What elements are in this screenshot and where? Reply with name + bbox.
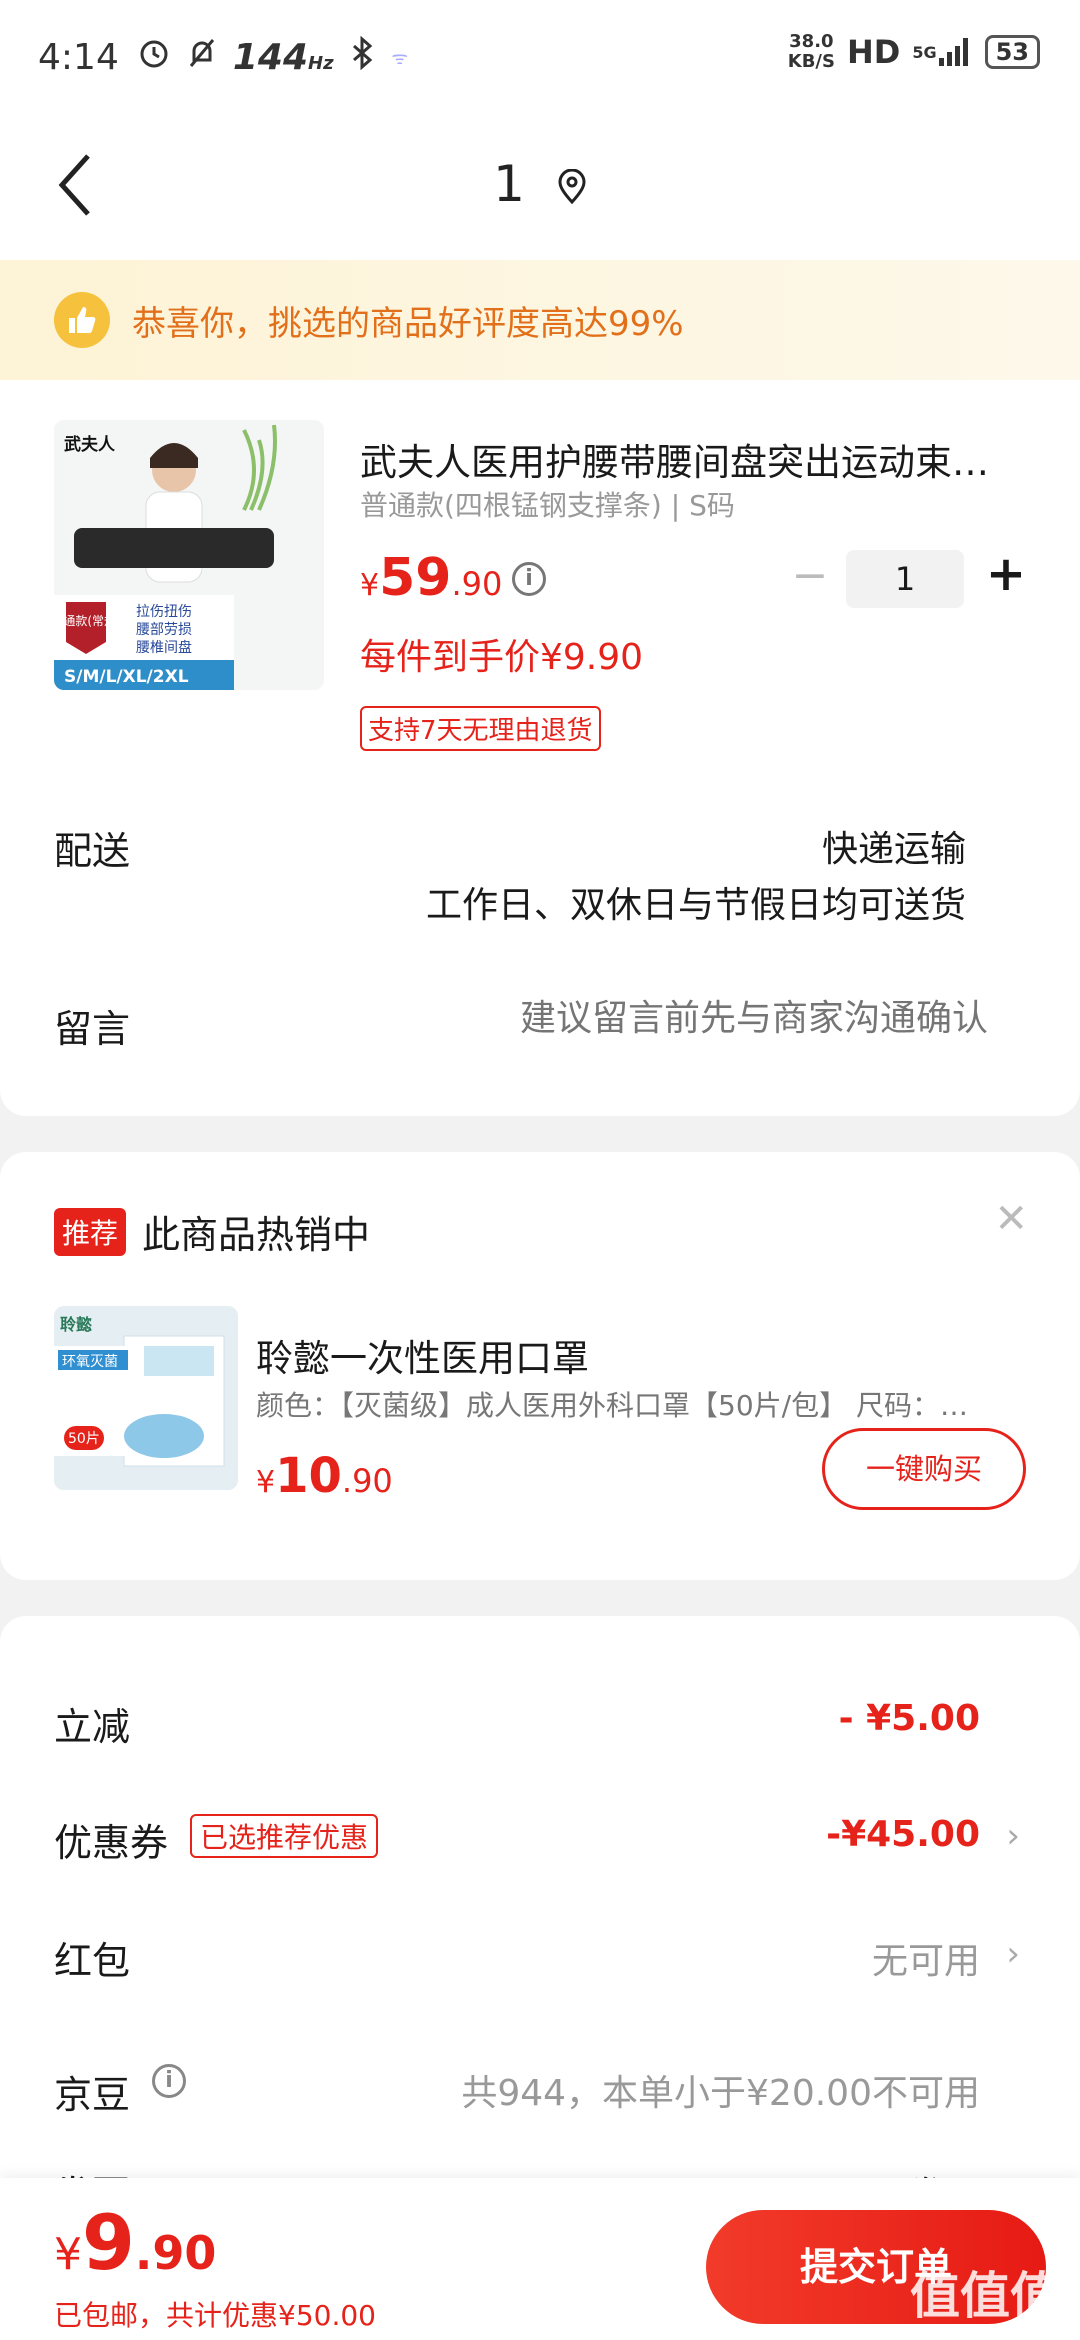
quantity-increase-button[interactable]: +	[984, 550, 1028, 598]
note-input[interactable]	[368, 998, 988, 1039]
status-time: 4:14	[38, 37, 119, 78]
nav-bar: 1	[0, 110, 1080, 260]
recommend-price: ¥10.90	[256, 1448, 393, 1504]
recommend-tag: 推荐	[54, 1208, 127, 1256]
alarm-icon	[137, 36, 171, 79]
recommend-spec: 颜色：【灭菌级】成人医用外科口罩【50片/包】 尺码：…	[256, 1389, 968, 1422]
svg-text:聆懿: 聆懿	[60, 1315, 92, 1334]
watermark-logo: 值值值	[910, 2267, 1060, 2325]
product-title[interactable]: 武夫人医用护腰带腰间盘突出运动束…	[360, 432, 1020, 486]
coupon-value[interactable]: -¥45.00	[826, 1814, 980, 1855]
coupon-tag: 已选推荐优惠	[190, 1814, 379, 1858]
discount-value: - ¥5.00	[838, 1698, 980, 1739]
refresh-rate: 144Hz	[232, 37, 334, 78]
chevron-right-icon[interactable]: ›	[1006, 1816, 1020, 1856]
product-image[interactable]: 普通款(常规) 拉伤扭伤 腰部劳损 腰椎间盘 S/M/L/XL/2XL 武夫人	[54, 420, 324, 690]
location-pin-icon	[557, 159, 587, 217]
recommend-card: 推荐 此商品热销中 ✕ 环氧灭菌 50片 聆懿 聆懿一次性医用口罩 颜色：【灭菌…	[0, 1152, 1080, 1580]
svg-text:腰椎间盘: 腰椎间盘	[136, 639, 192, 656]
net-type: 5G	[912, 42, 937, 62]
product-card: 普通款(常规) 拉伤扭伤 腰部劳损 腰椎间盘 S/M/L/XL/2XL 武夫人 …	[0, 380, 1080, 1116]
price-info-icon[interactable]: i	[512, 562, 546, 596]
close-icon[interactable]: ✕	[994, 1196, 1028, 1242]
svg-text:环氧灭菌: 环氧灭菌	[62, 1354, 118, 1370]
bottom-bar: ¥9.90 已包邮，共计优惠¥50.00 提交订单 值值值	[0, 2178, 1080, 2340]
redpacket-label: 红包	[54, 1939, 131, 1983]
thumbs-up-icon	[54, 292, 110, 348]
delivery-label: 配送	[54, 829, 131, 873]
discount-label: 立减	[54, 1705, 131, 1749]
quantity-decrease-button[interactable]: −	[790, 554, 830, 598]
redpacket-value[interactable]: 无可用	[872, 1932, 980, 1984]
return-policy-tag: 支持7天无理由退货	[360, 706, 601, 751]
unit-price: 每件到手价¥9.90	[360, 637, 644, 678]
banner-text: 恭喜你，挑选的商品好评度高达99%	[132, 303, 684, 344]
jd-info-icon[interactable]: i	[152, 2064, 186, 2098]
product-price: ¥59.90	[360, 548, 503, 608]
total-subtitle: 已包邮，共计优惠¥50.00	[54, 2299, 376, 2332]
status-right: 38.0 KB/S HD 5G 53	[788, 32, 1040, 72]
battery-indicator: 53	[984, 35, 1040, 69]
mute-bell-icon	[185, 36, 219, 79]
recommend-image[interactable]: 环氧灭菌 50片 聆懿	[54, 1306, 238, 1490]
delivery-method[interactable]: 快递运输	[822, 820, 966, 872]
svg-text:拉伤扭伤: 拉伤扭伤	[136, 604, 192, 620]
rating-banner: 恭喜你，挑选的商品好评度高达99%	[0, 260, 1080, 380]
svg-text:S/M/L/XL/2XL: S/M/L/XL/2XL	[64, 667, 189, 687]
note-label: 留言	[54, 1007, 131, 1051]
svg-text:武夫人: 武夫人	[64, 434, 116, 455]
recommend-title: 此商品热销中	[142, 1213, 371, 1257]
status-left: 4:14 144Hz ᯤ	[38, 35, 422, 79]
net-speed: 38.0 KB/S	[787, 31, 835, 72]
one-click-buy-button[interactable]: 一键购买	[822, 1428, 1026, 1510]
status-bar: 4:14 144Hz ᯤ 38.0 KB/S HD 5G 53	[0, 0, 1080, 110]
delivery-schedule[interactable]: 工作日、双休日与节假日均可送货	[426, 876, 966, 928]
quantity-input[interactable]: 1	[846, 550, 964, 608]
recommend-name[interactable]: 聆懿一次性医用口罩	[256, 1328, 589, 1382]
svg-text:普通款(常规): 普通款(常规)	[54, 613, 121, 628]
jd-value: 共944，本单小于¥20.00不可用	[461, 2073, 980, 2114]
chevron-right-icon[interactable]: ›	[1006, 1934, 1020, 1974]
total-price: ¥9.90	[54, 2198, 217, 2287]
hd-indicator: HD	[846, 33, 901, 71]
coupon-label: 优惠券	[54, 1821, 169, 1865]
product-spec[interactable]: 普通款(四根锰钢支撑条) | S码	[360, 484, 735, 524]
bluetooth-icon	[348, 35, 378, 79]
address-title[interactable]: 1	[0, 155, 1080, 217]
jd-label: 京豆	[54, 2073, 131, 2117]
svg-text:腰部劳损: 腰部劳损	[136, 622, 192, 638]
signal-icon	[938, 38, 971, 66]
svg-text:50片: 50片	[68, 1431, 100, 1447]
wifi-icon: ᯤ	[391, 47, 408, 69]
